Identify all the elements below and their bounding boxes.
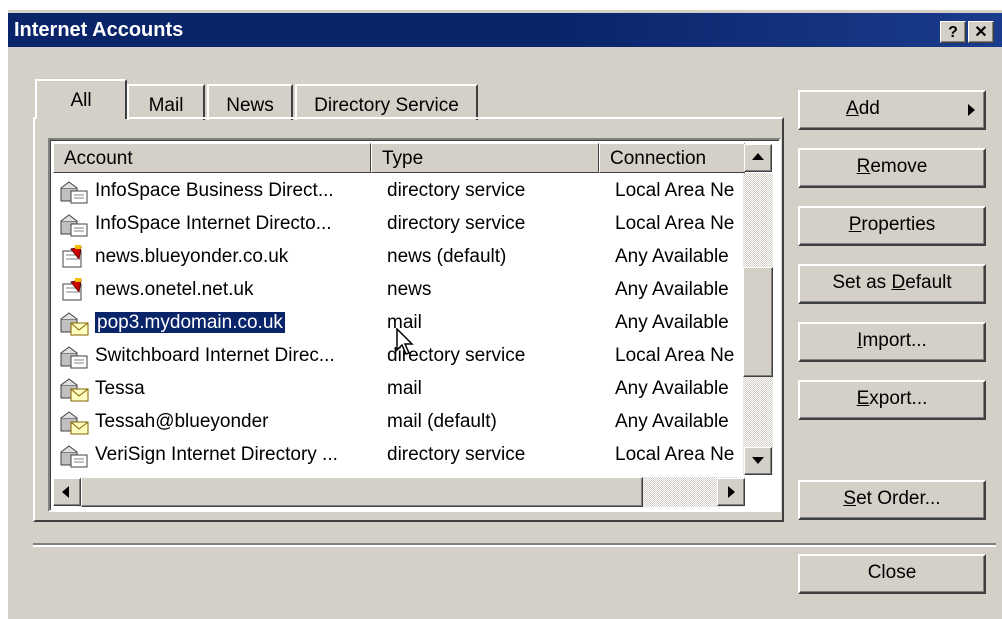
column-header-account[interactable]: Account [53,143,371,173]
cell-type: mail [387,378,422,399]
cell-connection: Any Available [615,411,729,432]
cell-account: InfoSpace Business Direct... [95,180,334,201]
table-row[interactable]: Switchboard Internet Direc... directory s… [55,341,735,374]
tab-all[interactable]: All [35,79,127,119]
cell-type: news [387,279,432,300]
tab-news[interactable]: News [207,84,293,120]
horizontal-scroll-thumb[interactable] [81,477,643,507]
set-as-default-button[interactable]: Set as Default [798,264,986,304]
cell-type: directory service [387,213,526,234]
directory-service-icon [60,346,88,369]
arrow-down-icon [752,457,764,464]
cell-account: pop3.mydomain.co.uk [95,312,286,334]
window-title: Internet Accounts [14,19,184,41]
tab-directory-service[interactable]: Directory Service [295,84,478,120]
table-row[interactable]: Tessa mail Any Available [55,374,735,407]
mouse-pointer-icon [396,328,414,355]
table-row[interactable]: VeriSign Internet Directory ... directory… [55,440,735,473]
table-row[interactable]: pop3.mydomain.co.uk mail Any Available [55,308,735,341]
cell-type: mail (default) [387,411,497,432]
cell-connection: Local Area Ne [615,213,735,234]
cell-connection: Any Available [615,279,729,300]
cell-account: news.onetel.net.uk [95,279,254,300]
cell-type: directory service [387,180,526,201]
properties-button[interactable]: Properties [798,206,986,246]
scroll-up-button[interactable] [744,144,772,172]
cell-connection: Any Available [615,378,729,399]
news-icon [62,245,82,268]
cell-account: Tessah@blueyonder [95,411,269,432]
table-row[interactable]: news.onetel.net.uk news Any Available [55,275,735,308]
remove-button[interactable]: Remove [798,148,986,188]
add-button[interactable]: Add [798,90,986,130]
directory-service-icon [60,214,88,237]
table-row[interactable]: news.blueyonder.co.uk news (default) Any A… [55,242,735,275]
table-row[interactable]: Tessah@blueyonder mail (default) Any Avail… [55,407,735,440]
table-row[interactable]: InfoSpace Internet Directo... directory s… [55,209,735,242]
column-header-connection[interactable]: Connection [599,143,745,173]
cell-account: InfoSpace Internet Directo... [95,213,332,234]
cell-connection: Local Area Ne [615,345,735,366]
vertical-scroll-thumb[interactable] [743,267,773,377]
submenu-arrow-icon [968,104,975,116]
separator [33,543,996,547]
cell-connection: Any Available [615,246,729,267]
mail-account-icon [60,312,89,336]
column-header-type[interactable]: Type [371,143,599,173]
arrow-left-icon [62,486,69,498]
scroll-left-button[interactable] [53,478,81,506]
export-button[interactable]: Export... [798,380,986,420]
set-order-button[interactable]: Set Order... [798,480,986,520]
cell-type: directory service [387,345,526,366]
cell-connection: Local Area Ne [615,180,735,201]
cell-type: news (default) [387,246,507,267]
help-button[interactable]: ? [940,21,966,43]
arrow-up-icon [752,153,764,160]
cell-type: directory service [387,444,526,465]
cell-account: Switchboard Internet Direc... [95,345,335,366]
directory-service-icon [60,181,88,204]
accounts-list[interactable]: Account Type Connection InfoSpace Busine… [48,138,781,512]
scroll-down-button[interactable] [744,447,772,475]
close-window-button[interactable]: ✕ [968,21,994,43]
news-icon [62,278,82,301]
cell-account: VeriSign Internet Directory ... [95,444,338,465]
table-row[interactable]: InfoSpace Business Direct... directory se… [55,176,735,209]
cell-connection: Any Available [615,312,729,333]
mail-account-icon [60,378,89,402]
tab-mail[interactable]: Mail [127,84,205,120]
cell-type: mail [387,312,422,333]
mail-account-icon [60,411,89,435]
cell-account: news.blueyonder.co.uk [95,246,289,267]
arrow-right-icon [728,486,735,498]
directory-service-icon [60,445,88,468]
title-bar[interactable]: Internet Accounts ? ✕ [8,13,1002,47]
import-button[interactable]: Import... [798,322,986,362]
cell-connection: Local Area Ne [615,444,735,465]
internet-accounts-dialog: Internet Accounts ? ✕ All Mail News Dire… [8,10,1002,619]
scroll-right-button[interactable] [717,478,745,506]
close-button[interactable]: Close [798,554,986,594]
cell-account: Tessa [95,378,145,399]
